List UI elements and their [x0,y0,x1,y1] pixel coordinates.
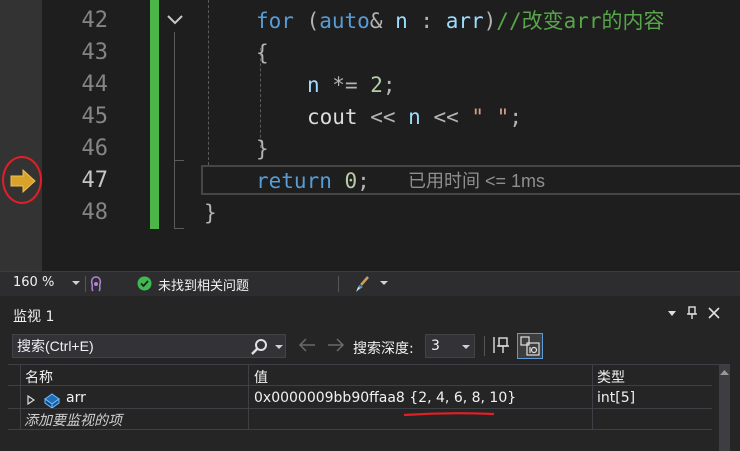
code-line-45[interactable]: cout << n << " "; [307,101,522,133]
search-depth-label: 搜索深度: [353,341,414,357]
chevron-down-icon [462,345,470,349]
column-divider[interactable] [248,365,249,429]
hex-display-icon [520,336,540,356]
back-arrow-icon[interactable] [298,338,316,352]
punctuation: : [407,9,446,33]
outline-guide-end [174,228,184,229]
chevron-down-icon[interactable] [380,279,388,287]
identifier: arr [445,9,484,33]
number: 2 [370,73,383,97]
variable-icon [44,393,60,409]
window-options-icon[interactable] [665,306,679,320]
line-number: 43 [81,40,109,65]
divider [85,276,86,292]
change-tracking-bar [150,0,159,229]
code-line-48[interactable]: } [204,197,217,229]
keyword: auto [319,9,370,33]
watch-value-address: 0x0000009bb90ffaa8 [254,390,405,406]
line-number: 44 [81,72,109,97]
intellicode-icon[interactable] [89,276,103,292]
line-number: 42 [81,8,109,33]
watch-panel: 监视 1 搜索深度: 3 [0,296,740,451]
identifier: cout [307,105,358,129]
fold-chevron-down-icon[interactable] [164,9,186,31]
line-number: 45 [81,104,109,129]
close-icon[interactable] [707,306,721,320]
line-number-gutter: 42 43 44 45 46 47 48 [42,0,152,271]
annotation-underline [403,412,495,417]
code-line-44[interactable]: n *= 2; [307,69,396,101]
annotation-circle [2,156,42,204]
code-line-43[interactable]: { [256,37,269,69]
divider [338,276,339,292]
zoom-level[interactable]: 160 % [13,275,54,290]
line-number: 48 [81,200,109,225]
check-circle-icon [137,276,152,291]
punctuation: ) [483,9,497,33]
outline-guide [174,32,175,228]
column-divider [20,365,21,429]
identifier: n [307,73,320,97]
outline-guide-tick [174,160,184,161]
number: 0 [331,169,358,193]
search-icon[interactable] [250,338,268,356]
identifier: n [395,9,408,33]
keyword: for [256,9,294,33]
header-separator [8,385,712,386]
code-line-42[interactable]: for (auto& n : arr)//改变arr的内容 [256,5,665,37]
column-header-value[interactable]: 值 [254,367,268,387]
column-divider[interactable] [592,365,593,429]
row-separator [8,429,712,430]
punctuation: ; [509,105,522,129]
watch-type[interactable]: int[5] [597,390,635,406]
identifier: n [408,105,421,129]
operator: << [420,105,472,129]
watch-value[interactable]: 0x0000009bb90ffaa8 {2, 4, 6, 8, 10} [254,390,516,406]
watch-grid: 名称 值 类型 arr 0x0000009bb90ffaa8 {2, 4, 6,… [8,364,730,451]
add-watch-item[interactable]: 添加要监视的项 [24,410,122,430]
column-header-type[interactable]: 类型 [597,367,625,387]
scroll-up-icon[interactable] [720,369,729,376]
line-number-current: 47 [81,168,109,193]
string-literal: " " [471,105,510,129]
code-line-46[interactable]: } [256,133,269,165]
code-line-47[interactable]: return 0; [256,165,370,197]
search-depth-value: 3 [431,338,440,354]
punctuation: ; [382,73,396,97]
search-input[interactable] [17,337,247,355]
punctuation: ( [293,9,320,33]
search-depth-select[interactable]: 3 [425,334,475,358]
glyph-margin[interactable] [0,0,42,271]
column-header-name[interactable]: 名称 [25,367,53,387]
chevron-down-icon[interactable] [72,279,80,287]
watch-value-content: {2, 4, 6, 8, 10} [409,390,517,406]
comment: //改变arr的内容 [496,9,665,33]
punctuation: & [369,9,396,33]
hex-display-button[interactable] [517,333,543,359]
panel-title[interactable]: 监视 1 [13,306,54,326]
issues-status[interactable]: 未找到相关问题 [158,275,249,294]
vertical-scrollbar[interactable] [719,365,730,451]
row-separator [8,408,712,409]
line-number: 46 [81,136,109,161]
divider [484,336,485,356]
code-editor[interactable]: 42 43 44 45 46 47 48 for (auto& n : arr)… [0,0,740,271]
punctuation: ; [357,169,370,193]
operator: *= [319,73,371,97]
pin-icon[interactable] [685,306,699,320]
perf-tip[interactable]: 已用时间 <= 1ms [408,168,545,194]
expand-arrow-icon[interactable] [27,395,35,405]
keyword: return [256,169,332,193]
watch-name[interactable]: arr [66,390,86,406]
forward-arrow-icon[interactable] [327,338,345,352]
operator: << [357,105,409,129]
indent-guide [208,0,209,165]
search-box [12,334,286,358]
chevron-down-icon[interactable] [275,343,283,351]
brush-icon[interactable] [354,275,372,293]
pin-icon[interactable] [491,334,513,356]
editor-status-bar: 160 % 未找到相关问题 [0,271,740,296]
